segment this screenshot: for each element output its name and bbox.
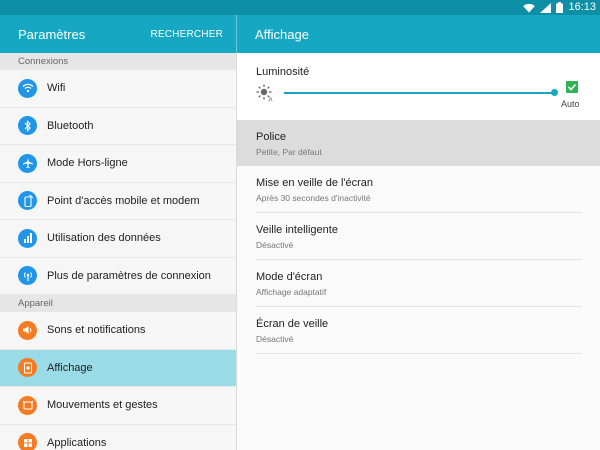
status-bar: 16:13 <box>0 0 600 15</box>
apps-icon <box>18 433 37 450</box>
sidebar-item-bluetooth[interactable]: Bluetooth <box>0 108 236 145</box>
brightness-slider-fill <box>284 92 554 94</box>
sound-icon <box>18 320 37 340</box>
setting-title: Veille intelligente <box>256 224 338 236</box>
status-time: 16:13 <box>568 1 596 13</box>
brightness-row: A Auto <box>256 81 586 109</box>
detail-title: Affichage <box>255 26 309 42</box>
setting-subtitle: Affichage adaptatif <box>256 287 327 297</box>
setting-title: Écran de veille <box>256 318 329 330</box>
setting-screen-timeout[interactable]: Mise en veille de l'écran Après 30 secon… <box>237 166 600 212</box>
sidebar-item-label: Wifi <box>47 82 66 95</box>
settings-sidebar: Connexions Wifi Bluetooth Mode Hors-lign… <box>0 53 236 450</box>
motion-icon <box>18 395 37 415</box>
bluetooth-icon <box>18 116 37 136</box>
sidebar-item-label: Mouvements et gestes <box>47 399 158 412</box>
wifi-icon <box>523 3 536 12</box>
display-icon <box>18 358 37 378</box>
sidebar-item-label: Affichage <box>47 361 93 374</box>
brightness-section: Luminosité A Auto <box>237 53 600 120</box>
sidebar-item-data-usage[interactable]: Utilisation des données <box>0 220 236 258</box>
section-header-appareil: Appareil <box>0 295 236 312</box>
battery-icon <box>556 2 564 13</box>
setting-title: Mise en veille de l'écran <box>256 177 374 189</box>
sidebar-item-sounds[interactable]: Sons et notifications <box>0 312 236 350</box>
sidebar-item-more-connections[interactable]: Plus de paramètres de connexion <box>0 258 236 295</box>
sidebar-item-label: Plus de paramètres de connexion <box>47 269 211 282</box>
auto-brightness-label: Auto <box>561 99 580 109</box>
airplane-icon <box>18 153 37 173</box>
search-button[interactable]: RECHERCHER <box>150 29 223 40</box>
data-usage-icon <box>18 228 37 248</box>
brightness-slider-thumb[interactable] <box>551 89 558 96</box>
sidebar-item-hotspot[interactable]: Point d'accès mobile et modem <box>0 183 236 220</box>
setting-subtitle: Petite, Par défaut <box>256 147 322 157</box>
sidebar-item-wifi[interactable]: Wifi <box>0 70 236 108</box>
display-settings-panel: Luminosité A Auto Police Petite, Par déf… <box>237 53 600 450</box>
setting-title: Police <box>256 131 286 143</box>
app-bar: Paramètres RECHERCHER Affichage <box>0 15 600 53</box>
sidebar-item-airplane-mode[interactable]: Mode Hors-ligne <box>0 145 236 183</box>
setting-subtitle: Désactivé <box>256 334 294 344</box>
checkmark-icon <box>567 83 577 91</box>
sidebar-item-motions[interactable]: Mouvements et gestes <box>0 387 236 425</box>
app-bar-left: Paramètres RECHERCHER <box>0 15 237 53</box>
hotspot-icon <box>18 191 37 211</box>
app-bar-right: Affichage <box>237 15 309 53</box>
brightness-slider[interactable] <box>284 89 558 96</box>
svg-text:A: A <box>269 98 273 103</box>
setting-title: Mode d'écran <box>256 271 323 283</box>
signal-icon <box>540 2 552 13</box>
setting-subtitle: Désactivé <box>256 240 294 250</box>
setting-font[interactable]: Police Petite, Par défaut <box>237 120 600 166</box>
setting-daydream[interactable]: Écran de veille Désactivé <box>237 307 600 353</box>
sidebar-item-label: Mode Hors-ligne <box>47 157 128 170</box>
auto-brightness-checkbox[interactable] <box>566 81 578 93</box>
sidebar-item-applications[interactable]: Applications <box>0 425 236 450</box>
sidebar-item-display[interactable]: Affichage <box>0 349 236 387</box>
auto-brightness-icon: A <box>256 84 273 103</box>
brightness-label: Luminosité <box>256 66 310 78</box>
section-header-connexions: Connexions <box>0 53 236 70</box>
setting-screen-mode[interactable]: Mode d'écran Affichage adaptatif <box>237 260 600 306</box>
wifi-icon <box>18 78 37 98</box>
sidebar-item-label: Bluetooth <box>47 119 94 132</box>
setting-smart-stay[interactable]: Veille intelligente Désactivé <box>237 213 600 259</box>
setting-subtitle: Après 30 secondes d'inactivité <box>256 193 371 203</box>
sidebar-item-label: Applications <box>47 436 107 449</box>
sidebar-item-label: Point d'accès mobile et modem <box>47 194 200 207</box>
sidebar-item-label: Utilisation des données <box>47 232 161 245</box>
app-title: Paramètres <box>18 26 86 42</box>
sidebar-item-label: Sons et notifications <box>47 324 146 337</box>
more-connections-icon <box>18 266 37 286</box>
divider <box>256 353 582 354</box>
